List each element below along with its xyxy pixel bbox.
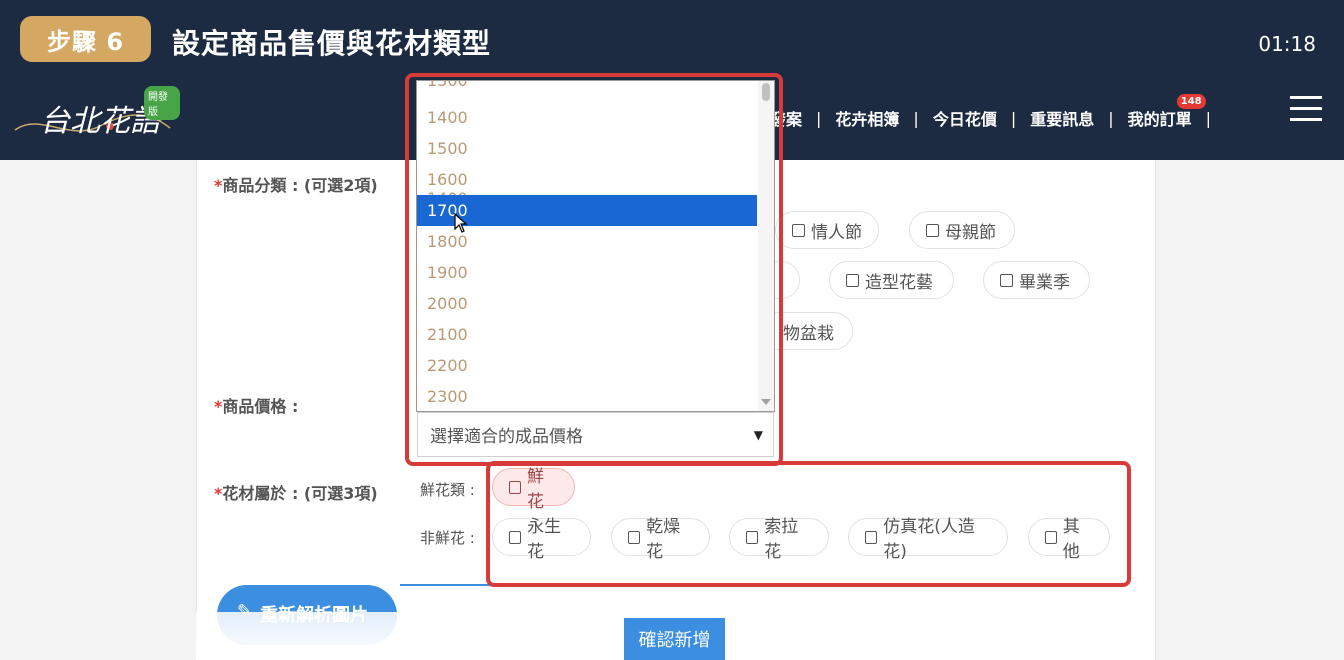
checkbox-icon [1000, 273, 1013, 287]
nav-item-important-news[interactable]: 重要訊息 [1030, 106, 1094, 130]
category-chip-floral-art[interactable]: 造型花藝 [829, 261, 954, 299]
category-chip-mothers-day[interactable]: 母親節 [909, 211, 1015, 249]
nav-separator: | [1108, 108, 1114, 128]
mouse-cursor-icon [454, 213, 468, 233]
category-label: *商品分類 : (可選2項) [214, 176, 378, 195]
order-count-badge: 148 [1176, 94, 1206, 109]
hamburger-menu-icon[interactable] [1290, 96, 1322, 122]
checkbox-icon [846, 273, 859, 287]
logo-text: 台北花語 [40, 104, 160, 139]
site-logo[interactable]: 台北花語 開發版 [10, 82, 180, 152]
tab-underline [400, 584, 490, 586]
nav-item-today-price[interactable]: 今日花價 [933, 106, 997, 130]
category-chip-valentines[interactable]: 情人節 [775, 211, 879, 249]
nonfresh-flower-label: 非鮮花 : [420, 529, 475, 547]
nav-separator: | [816, 108, 822, 128]
step-timer: 01:18 [1258, 32, 1316, 56]
nav-separator: | [913, 108, 919, 128]
step-badge: 步驟 6 [20, 16, 151, 62]
step-title: 設定商品售價與花材類型 [172, 27, 492, 60]
confirm-add-button[interactable]: 確認新增 [624, 618, 725, 660]
dev-version-badge: 開發版 [144, 86, 180, 120]
fresh-flower-label: 鮮花類 : [420, 481, 475, 499]
step-banner: 步驟 6 設定商品售價與花材類型 01:18 [0, 0, 1344, 76]
category-chip-graduation[interactable]: 畢業季 [983, 261, 1090, 299]
material-highlight-frame [486, 461, 1131, 587]
checkbox-icon [926, 223, 939, 237]
price-label: *商品價格 : [214, 397, 299, 416]
nav-item-flower-album[interactable]: 花卉相簿 [835, 106, 899, 130]
nav-separator: | [1010, 108, 1017, 128]
material-label: *花材屬於 : (可選3項) [214, 484, 378, 503]
nav-item-my-orders-label: 我的訂單 [1127, 110, 1192, 129]
checkbox-icon [792, 223, 805, 237]
nav-links: 發案 | 花卉相簿 | 今日花價 | 重要訊息 | 我的訂單 148 | [770, 94, 1225, 130]
nav-separator: | [1205, 108, 1212, 128]
nav-item-my-orders[interactable]: 我的訂單 148 [1127, 94, 1206, 130]
dropdown-highlight-frame [405, 73, 783, 466]
